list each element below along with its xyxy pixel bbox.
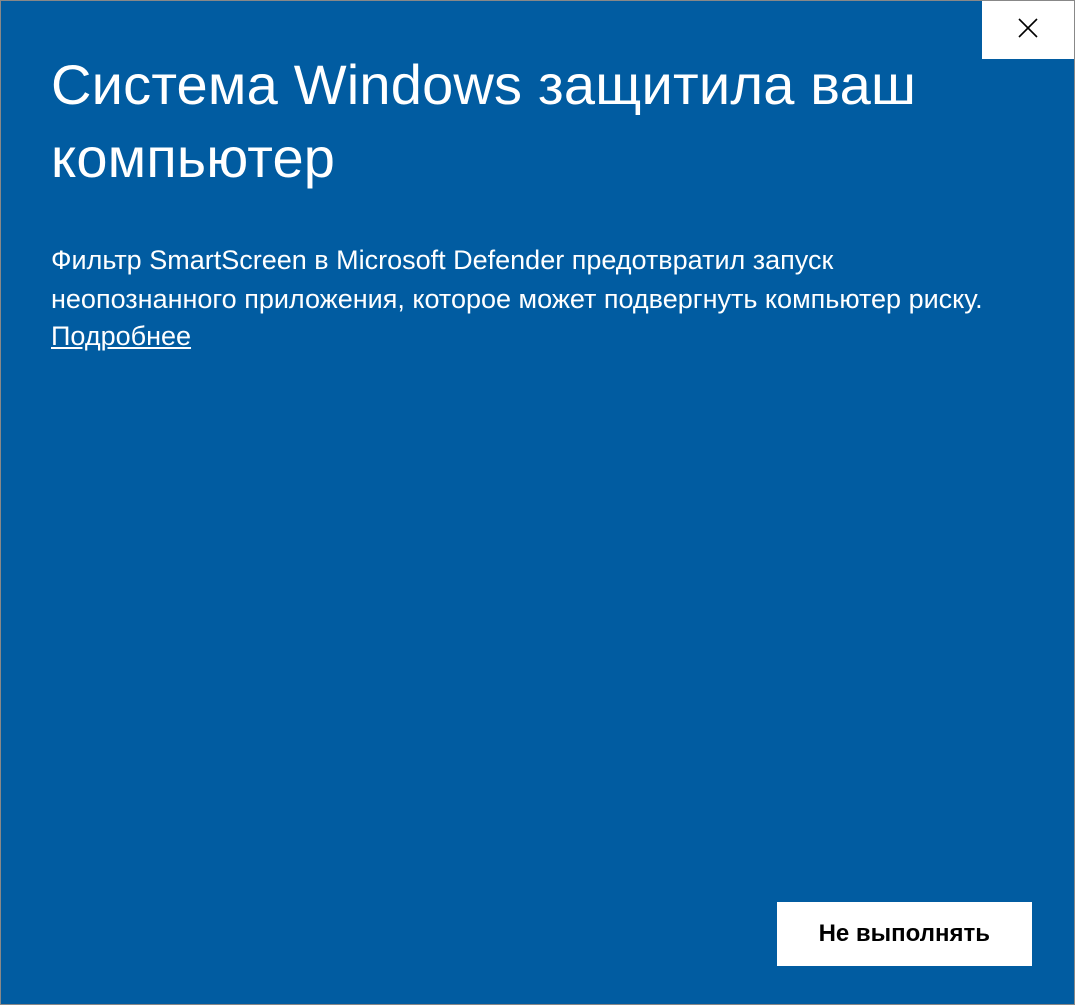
- dont-run-button[interactable]: Не выполнять: [777, 902, 1032, 966]
- close-icon: [1016, 16, 1040, 45]
- dialog-content: Система Windows защитила ваш компьютер Ф…: [1, 1, 1074, 352]
- close-button[interactable]: [982, 1, 1074, 59]
- dialog-title: Система Windows защитила ваш компьютер: [51, 49, 1024, 195]
- more-info-link[interactable]: Подробнее: [51, 321, 191, 352]
- smartscreen-dialog: Система Windows защитила ваш компьютер Ф…: [0, 0, 1075, 1005]
- dialog-body: Фильтр SmartScreen в Microsoft Defender …: [51, 241, 1024, 319]
